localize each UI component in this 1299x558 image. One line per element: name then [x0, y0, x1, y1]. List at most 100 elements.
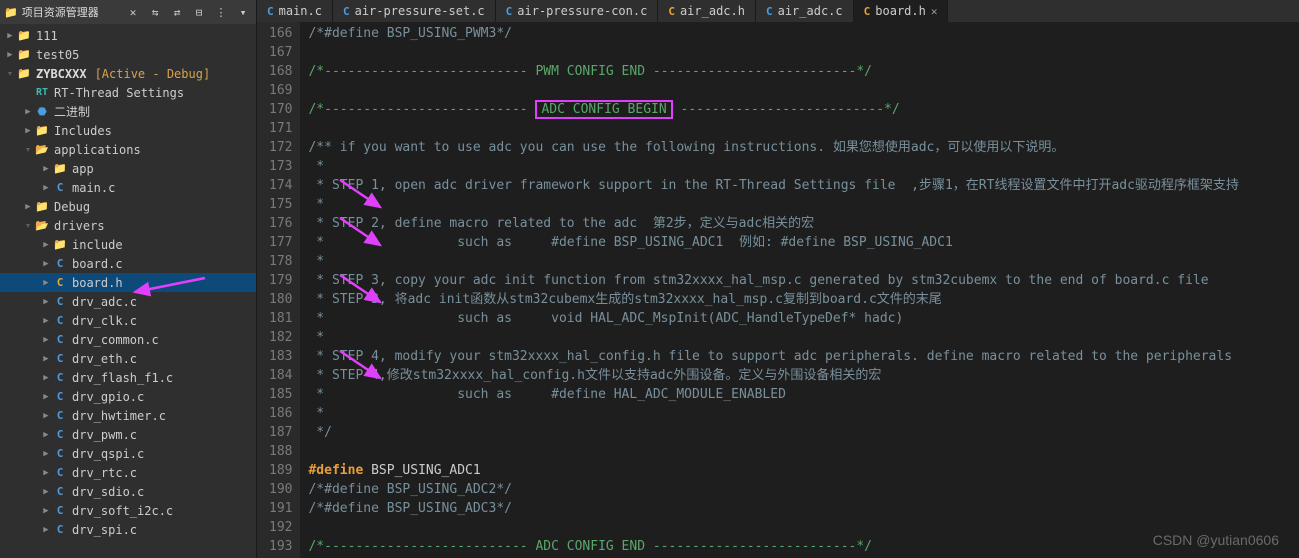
line-number: 176	[269, 214, 292, 233]
expander-icon[interactable]: ▶	[4, 50, 16, 60]
expander-icon[interactable]: ▶	[40, 278, 52, 288]
expander-icon[interactable]: ▶	[40, 373, 52, 383]
view-menu-icon[interactable]: ▾	[234, 3, 252, 21]
tree-item-drv-hwtimer-c[interactable]: ▶Cdrv_hwtimer.c	[0, 406, 256, 425]
expander-icon[interactable]: ▶	[40, 183, 52, 193]
expander-icon[interactable]: ▶	[40, 487, 52, 497]
line-number: 186	[269, 404, 292, 423]
folder-icon: 📁	[52, 238, 68, 252]
code-text[interactable]: /*#define BSP_USING_PWM3*//*------------…	[300, 22, 1299, 558]
tree-item-drv-gpio-c[interactable]: ▶Cdrv_gpio.c	[0, 387, 256, 406]
tree-item-drv-eth-c[interactable]: ▶Cdrv_eth.c	[0, 349, 256, 368]
tree-item-debug[interactable]: ▶📁Debug	[0, 197, 256, 216]
editor-tab-air-adc-h[interactable]: Cair_adc.h	[658, 0, 756, 22]
binary-icon: ⬣	[34, 105, 50, 119]
active-config-tag: [Active - Debug]	[95, 67, 211, 81]
code-line: /*-------------------------- ADC CONFIG …	[308, 100, 1299, 119]
expander-icon[interactable]: ▶	[40, 164, 52, 174]
tree-item-label: board.c	[72, 257, 123, 271]
tree-item-drv-rtc-c[interactable]: ▶Cdrv_rtc.c	[0, 463, 256, 482]
editor-tab-air-pressure-set-c[interactable]: Cair-pressure-set.c	[333, 0, 496, 22]
expander-icon[interactable]: ▶	[4, 31, 16, 41]
project-tree[interactable]: ▶📁111▶📁test05▿📁ZYBCXXX[Active - Debug]RT…	[0, 24, 256, 558]
tree-item-board-c[interactable]: ▶Cboard.c	[0, 254, 256, 273]
expander-icon[interactable]: ▶	[40, 335, 52, 345]
line-number: 182	[269, 328, 292, 347]
c-file-icon: C	[52, 295, 68, 309]
expander-icon[interactable]: ▶	[40, 506, 52, 516]
expander-icon[interactable]: ▿	[22, 221, 34, 231]
expander-icon[interactable]: ▶	[40, 297, 52, 307]
sidebar-header: 📁 项目资源管理器 ✕ ⇆ ⇄ ⊟ ⋮ ▾	[0, 0, 256, 24]
expander-icon[interactable]: ▶	[40, 525, 52, 535]
project-icon: 📁	[16, 67, 32, 81]
close-icon[interactable]: ✕	[124, 3, 142, 21]
tree-item-111[interactable]: ▶📁111	[0, 26, 256, 45]
expander-icon[interactable]: ▶	[22, 107, 34, 117]
tree-item-drivers[interactable]: ▿📂drivers	[0, 216, 256, 235]
expander-icon[interactable]: ▶	[40, 449, 52, 459]
editor-tab-board-h[interactable]: Cboard.h✕	[854, 0, 949, 22]
tree-item-drv-qspi-c[interactable]: ▶Cdrv_qspi.c	[0, 444, 256, 463]
editor-tab-main-c[interactable]: Cmain.c	[257, 0, 333, 22]
tree-item-drv-spi-c[interactable]: ▶Cdrv_spi.c	[0, 520, 256, 539]
expander-icon[interactable]: ▶	[40, 392, 52, 402]
tree-item-zybcxxx[interactable]: ▿📁 ZYBCXXX [Active - Debug]	[0, 64, 256, 83]
expander-icon[interactable]: ▿	[4, 69, 16, 79]
line-number: 193	[269, 537, 292, 556]
editor-tab-air-adc-c[interactable]: Cair_adc.c	[756, 0, 854, 22]
close-tab-icon[interactable]: ✕	[931, 5, 938, 18]
collapse-icon[interactable]: ⇆	[146, 3, 164, 21]
tree-item-drv-common-c[interactable]: ▶Cdrv_common.c	[0, 330, 256, 349]
editor-tab-air-pressure-con-c[interactable]: Cair-pressure-con.c	[496, 0, 659, 22]
link-icon[interactable]: ⇄	[168, 3, 186, 21]
code-line: *	[308, 157, 1299, 176]
tree-item-test05[interactable]: ▶📁test05	[0, 45, 256, 64]
expander-icon[interactable]: ▶	[22, 202, 34, 212]
focus-icon[interactable]: ⊟	[190, 3, 208, 21]
expander-icon[interactable]: ▶	[40, 316, 52, 326]
tab-label: main.c	[279, 4, 322, 18]
tree-item-app[interactable]: ▶📁app	[0, 159, 256, 178]
line-number: 171	[269, 119, 292, 138]
tree-item-drv-soft-i2c-c[interactable]: ▶Cdrv_soft_i2c.c	[0, 501, 256, 520]
expander-icon[interactable]: ▶	[40, 468, 52, 478]
folder-icon: 📁	[16, 29, 32, 43]
tree-item-drv-pwm-c[interactable]: ▶Cdrv_pwm.c	[0, 425, 256, 444]
tree-item-drv-sdio-c[interactable]: ▶Cdrv_sdio.c	[0, 482, 256, 501]
expander-icon[interactable]: ▶	[40, 430, 52, 440]
code-area[interactable]: 1661671681691701711721731741751761771781…	[257, 22, 1299, 558]
line-number: 185	[269, 385, 292, 404]
c-file-icon: C	[52, 485, 68, 499]
tree-item--[interactable]: ▶⬣二进制	[0, 102, 256, 121]
tree-item-board-h[interactable]: ▶Cboard.h	[0, 273, 256, 292]
rt-settings-icon: RT	[34, 86, 50, 100]
expander-icon[interactable]: ▶	[40, 259, 52, 269]
code-line: * such as void HAL_ADC_MspInit(ADC_Handl…	[308, 309, 1299, 328]
tree-item-rt-thread-settings[interactable]: RTRT-Thread Settings	[0, 83, 256, 102]
expander-icon[interactable]: ▶	[40, 354, 52, 364]
tree-item-drv-adc-c[interactable]: ▶Cdrv_adc.c	[0, 292, 256, 311]
line-number: 183	[269, 347, 292, 366]
menu-icon[interactable]: ⋮	[212, 3, 230, 21]
c-file-icon: C	[52, 390, 68, 404]
tab-label: air-pressure-con.c	[517, 4, 647, 18]
tree-item-label: ZYBCXXX	[36, 67, 87, 81]
tree-item-includes[interactable]: ▶📁Includes	[0, 121, 256, 140]
expander-icon[interactable]: ▶	[40, 240, 52, 250]
line-number: 167	[269, 43, 292, 62]
expander-icon[interactable]: ▿	[22, 145, 34, 155]
tree-item-drv-clk-c[interactable]: ▶Cdrv_clk.c	[0, 311, 256, 330]
tree-item-include[interactable]: ▶📁include	[0, 235, 256, 254]
tree-item-drv-flash-f1-c[interactable]: ▶Cdrv_flash_f1.c	[0, 368, 256, 387]
project-explorer-panel: 📁 项目资源管理器 ✕ ⇆ ⇄ ⊟ ⋮ ▾ ▶📁111▶📁test05▿📁ZYB…	[0, 0, 257, 558]
tree-item-label: drv_pwm.c	[72, 428, 137, 442]
expander-icon[interactable]: ▶	[40, 411, 52, 421]
line-number: 179	[269, 271, 292, 290]
tree-item-main-c[interactable]: ▶Cmain.c	[0, 178, 256, 197]
tree-item-applications[interactable]: ▿📂applications	[0, 140, 256, 159]
expander-icon[interactable]: ▶	[22, 126, 34, 136]
code-line	[308, 518, 1299, 537]
c-file-icon: C	[52, 257, 68, 271]
line-number: 166	[269, 24, 292, 43]
